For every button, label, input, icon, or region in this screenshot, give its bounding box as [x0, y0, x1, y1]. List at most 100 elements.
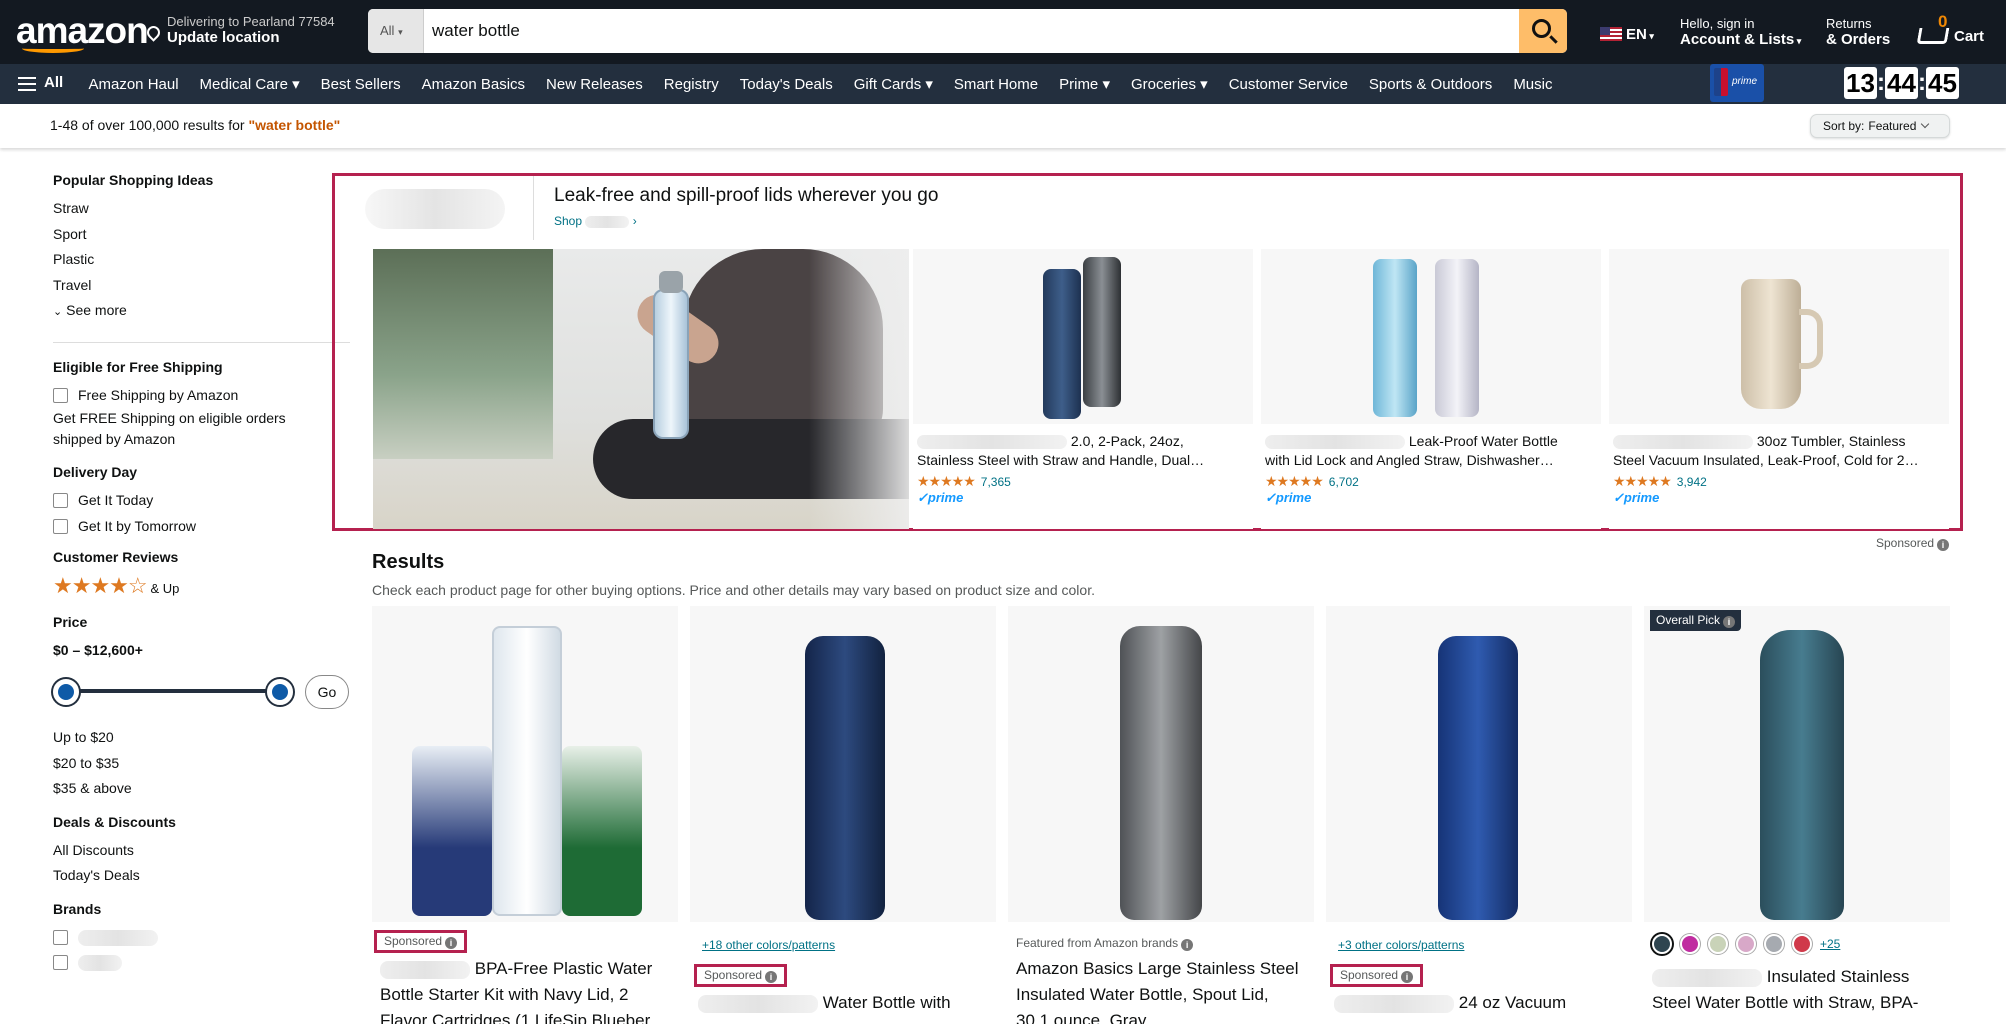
product-card[interactable]: Overall Pick i +25 Insulated Stainless Ste… — [1644, 606, 1950, 1024]
product-title[interactable]: 30oz Tumbler, Stainless Steel Vacuum Insu… — [1613, 432, 1945, 470]
checkbox[interactable] — [53, 493, 68, 508]
filter-link[interactable]: Travel — [53, 273, 353, 299]
go-button[interactable]: Go — [305, 675, 349, 709]
color-swatch[interactable] — [1736, 934, 1756, 954]
color-swatch[interactable] — [1652, 934, 1672, 954]
nav-item[interactable]: Customer Service — [1218, 76, 1358, 93]
search-input[interactable] — [432, 9, 1472, 53]
returns-orders-link[interactable]: Returns & Orders — [1826, 16, 1890, 48]
info-icon[interactable]: i — [1723, 616, 1736, 628]
product-title[interactable]: 2.0, 2-Pack, 24oz, Stainless Steel with S… — [917, 432, 1249, 470]
slider-min-handle[interactable] — [53, 679, 79, 705]
nav-item[interactable]: Prime ▾ — [1049, 75, 1121, 93]
nav-item[interactable]: Registry — [653, 76, 729, 93]
color-swatch[interactable] — [1708, 934, 1728, 954]
account-lists-menu[interactable]: Hello, sign in Account & Lists ▾ — [1680, 16, 1801, 49]
banner-product-card[interactable]: Leak-Proof Water Bottle with Lid Lock and… — [1261, 249, 1601, 529]
product-image[interactable] — [690, 606, 996, 922]
sponsored-label[interactable]: Sponsored i — [1330, 964, 1424, 987]
nav-item[interactable]: Amazon Haul — [78, 76, 189, 93]
delivery-today-checkbox[interactable]: Get It Today — [53, 488, 353, 514]
product-card[interactable]: Featured from Amazon brands i Amazon Basi… — [1008, 606, 1314, 1024]
nav-item[interactable]: Smart Home — [943, 76, 1048, 93]
more-colors-link[interactable]: +25 — [1820, 937, 1840, 951]
nav-item[interactable]: Sports & Outdoors — [1358, 76, 1502, 93]
brand-checkbox[interactable] — [53, 925, 353, 951]
price-bucket-link[interactable]: $20 to $35 — [53, 751, 353, 777]
filter-link[interactable]: Plastic — [53, 247, 353, 273]
product-title[interactable]: Insulated Stainless Steel Water Bottle wi… — [1652, 964, 1942, 1016]
sponsored-label[interactable]: Sponsored i — [694, 964, 788, 987]
product-card[interactable]: +18 other colors/patterns Sponsored i Wat… — [690, 606, 996, 1024]
banner-hero-image[interactable] — [373, 249, 909, 529]
product-rating[interactable]: ★★★★★ 7,365 — [917, 473, 1011, 490]
product-title[interactable]: Leak-Proof Water Bottle with Lid Lock and… — [1265, 432, 1597, 470]
see-more-link[interactable]: ⌄ See more — [53, 298, 353, 326]
nav-item[interactable]: Best Sellers — [310, 76, 411, 93]
nav-item[interactable]: Groceries ▾ — [1120, 75, 1218, 93]
nav-item[interactable]: Amazon Basics — [411, 76, 535, 93]
banner-headline[interactable]: Leak-free and spill-proof lids wherever … — [554, 185, 938, 207]
delivery-location[interactable]: Delivering to Pearland 77584 Update loca… — [144, 14, 335, 46]
other-colors-link[interactable]: +18 other colors/patterns — [702, 938, 835, 952]
brand-checkbox[interactable] — [53, 950, 353, 976]
other-colors-link[interactable]: +3 other colors/patterns — [1338, 938, 1464, 952]
banner-product-card[interactable]: 2.0, 2-Pack, 24oz, Stainless Steel with S… — [913, 249, 1253, 529]
color-swatch[interactable] — [1680, 934, 1700, 954]
product-image[interactable] — [913, 249, 1253, 424]
us-flag-icon[interactable] — [1600, 27, 1622, 41]
info-icon[interactable]: i — [765, 971, 778, 983]
search-category-dropdown[interactable]: All ▾ — [368, 9, 424, 53]
info-icon[interactable]: i — [1937, 539, 1950, 551]
price-bucket-link[interactable]: Up to $20 — [53, 725, 353, 751]
banner-product-card[interactable]: 30oz Tumbler, Stainless Steel Vacuum Insu… — [1609, 249, 1949, 529]
info-icon[interactable]: i — [1401, 971, 1414, 983]
product-title[interactable]: 24 oz Vacuum — [1334, 990, 1624, 1016]
product-rating[interactable]: ★★★★★ 6,702 — [1265, 473, 1359, 490]
nav-item[interactable]: Today's Deals — [729, 76, 843, 93]
language-selector[interactable]: EN ▾ — [1626, 26, 1654, 43]
sponsored-label[interactable]: Sponsored i — [1876, 536, 1950, 551]
product-image[interactable] — [1261, 249, 1601, 424]
filter-link[interactable]: Sport — [53, 222, 353, 248]
product-card[interactable]: Sponsored i BPA-Free Plastic Water Bottle … — [372, 606, 678, 1024]
cart-button[interactable]: 0 Cart — [1914, 10, 2004, 54]
nav-item[interactable]: Gift Cards ▾ — [843, 75, 943, 93]
checkbox[interactable] — [53, 518, 68, 534]
checkbox[interactable] — [53, 929, 68, 945]
product-image[interactable] — [372, 606, 678, 922]
price-slider[interactable]: Go — [53, 669, 353, 715]
blurred-brand-logo[interactable] — [365, 189, 505, 229]
nba-prime-promo-logo[interactable]: prime — [1710, 64, 1764, 102]
checkbox[interactable] — [53, 955, 68, 970]
info-icon[interactable]: i — [445, 937, 458, 949]
free-shipping-checkbox[interactable]: Free Shipping by Amazon — [53, 383, 353, 409]
nav-item[interactable]: New Releases — [536, 76, 654, 93]
price-bucket-link[interactable]: $35 & above — [53, 776, 353, 802]
filter-link[interactable]: Straw — [53, 196, 353, 222]
deals-link[interactable]: Today's Deals — [53, 863, 353, 889]
all-menu-button[interactable]: All — [18, 74, 63, 91]
product-title[interactable]: BPA-Free Plastic Water Bottle Starter Kit… — [380, 956, 670, 1024]
product-title[interactable]: Water Bottle with — [698, 990, 988, 1016]
sponsored-brand-banner[interactable]: Leak-free and spill-proof lids wherever … — [332, 173, 1963, 531]
product-card[interactable]: +3 other colors/patterns Sponsored i 24 o… — [1326, 606, 1632, 1024]
sort-dropdown[interactable]: Sort by: Featured — [1810, 114, 1950, 138]
shop-brand-link[interactable]: Shop › — [554, 214, 637, 228]
search-button[interactable] — [1519, 9, 1567, 53]
color-swatch[interactable] — [1792, 934, 1812, 954]
product-image[interactable] — [1609, 249, 1949, 424]
sponsored-label[interactable]: Sponsored i — [374, 930, 468, 953]
color-swatch[interactable] — [1764, 934, 1784, 954]
nav-item[interactable]: Medical Care ▾ — [189, 75, 310, 93]
slider-max-handle[interactable] — [267, 679, 293, 705]
delivery-tomorrow-checkbox[interactable]: Get It by Tomorrow — [53, 514, 353, 540]
deals-link[interactable]: All Discounts — [53, 838, 353, 864]
nav-item[interactable]: Music — [1503, 76, 1563, 93]
product-image[interactable]: Overall Pick i — [1644, 606, 1950, 922]
four-stars-up-filter[interactable]: ★★★★☆ & Up — [53, 573, 353, 602]
checkbox[interactable] — [53, 387, 68, 403]
product-rating[interactable]: ★★★★★ 3,942 — [1613, 473, 1707, 490]
product-image[interactable] — [1326, 606, 1632, 922]
info-icon[interactable]: i — [1181, 939, 1194, 951]
